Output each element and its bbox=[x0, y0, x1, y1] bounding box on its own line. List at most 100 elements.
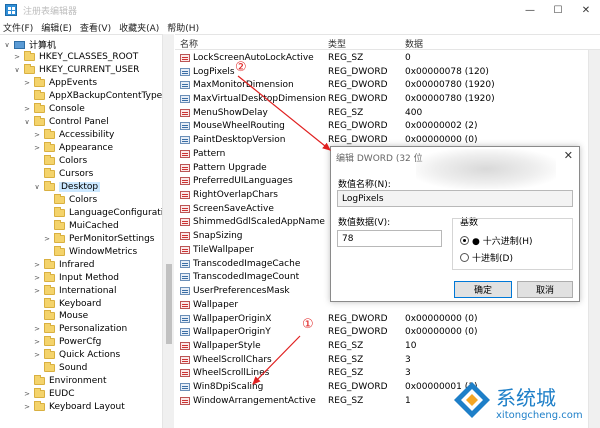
chevron-right-icon[interactable]: > bbox=[33, 338, 41, 346]
chevron-down-icon[interactable]: ∨ bbox=[23, 118, 31, 126]
tree-scrollbar-thumb[interactable] bbox=[166, 264, 172, 344]
registry-tree[interactable]: ∨ 计算机 > HKEY_CLASSES_ROOT ∨ HKEY_CURRENT_USER… bbox=[0, 34, 174, 428]
chevron-right-icon[interactable]: > bbox=[33, 287, 41, 295]
close-button[interactable]: ✕ bbox=[572, 0, 600, 20]
tree-item[interactable]: > Accessibility bbox=[33, 129, 114, 142]
value-data: 0x00000780 (1920) bbox=[405, 80, 495, 91]
folder-icon bbox=[44, 155, 55, 166]
tree-item[interactable]: Environment bbox=[23, 375, 106, 388]
tree-item[interactable]: Colors bbox=[43, 193, 97, 206]
value-data-field[interactable] bbox=[337, 230, 442, 247]
chevron-right-icon[interactable]: > bbox=[13, 53, 21, 61]
tree-item-label: Console bbox=[49, 104, 85, 115]
ok-button[interactable]: 确定 bbox=[454, 281, 512, 298]
value-row[interactable]: PaintDesktopVersion REG_DWORD 0x00000000 (… bbox=[175, 133, 600, 147]
column-data[interactable]: 数据 bbox=[405, 37, 423, 50]
tree-item[interactable]: > Infrared bbox=[33, 258, 95, 271]
tree-item[interactable]: Keyboard bbox=[33, 297, 101, 310]
value-row[interactable]: WallpaperOriginX REG_DWORD 0x00000000 (0) bbox=[175, 312, 600, 326]
tree-item[interactable]: > PowerCfg bbox=[33, 336, 101, 349]
chevron-right-icon[interactable]: > bbox=[33, 325, 41, 333]
chevron-right-icon[interactable]: > bbox=[33, 144, 41, 152]
value-name: Pattern bbox=[193, 148, 226, 159]
chevron-right-icon[interactable]: > bbox=[23, 390, 31, 398]
tree-item[interactable]: Mouse bbox=[33, 310, 88, 323]
tree-item[interactable]: > Input Method bbox=[33, 271, 119, 284]
folder-icon bbox=[44, 349, 55, 360]
hex-radio[interactable] bbox=[460, 236, 469, 245]
value-name-field[interactable] bbox=[337, 190, 573, 207]
folder-icon bbox=[44, 271, 55, 282]
chevron-down-icon[interactable]: ∨ bbox=[13, 66, 21, 74]
column-type[interactable]: 类型 bbox=[328, 37, 346, 50]
tree-item[interactable]: Colors bbox=[33, 155, 87, 168]
tree-item[interactable]: > Personalization bbox=[33, 323, 127, 336]
tree-item[interactable]: > AppEvents bbox=[23, 77, 97, 90]
tree-item[interactable]: ∨ Desktop bbox=[33, 180, 101, 193]
value-row[interactable]: MaxVirtualDesktopDimension REG_DWORD 0x000… bbox=[175, 92, 600, 106]
maximize-button[interactable]: ☐ bbox=[544, 0, 572, 20]
chevron-right-icon[interactable]: > bbox=[23, 403, 31, 411]
folder-icon bbox=[54, 232, 65, 243]
tree-item[interactable]: Sound bbox=[33, 362, 87, 375]
tree-item[interactable]: > EUDC bbox=[23, 388, 75, 401]
chevron-right-icon[interactable]: > bbox=[23, 79, 31, 87]
value-row[interactable]: MenuShowDelay REG_SZ 400 bbox=[175, 106, 600, 120]
chevron-right-icon[interactable]: > bbox=[23, 105, 31, 113]
tree-item[interactable]: > Quick Actions bbox=[33, 349, 120, 362]
value-type: REG_SZ bbox=[328, 340, 364, 351]
tree-item[interactable]: > Appearance bbox=[33, 142, 113, 155]
binary-value-icon bbox=[180, 136, 190, 145]
tree-item[interactable]: > International bbox=[33, 284, 116, 297]
annotation-one: ① bbox=[302, 317, 314, 332]
folder-icon bbox=[44, 362, 55, 373]
tree-item[interactable]: > HKEY_CLASSES_ROOT bbox=[13, 51, 138, 64]
chevron-right-icon[interactable]: > bbox=[33, 351, 41, 359]
cancel-button[interactable]: 取消 bbox=[517, 281, 573, 298]
minimize-button[interactable]: — bbox=[516, 0, 544, 20]
menu-favorites[interactable]: 收藏夹(A) bbox=[119, 21, 159, 34]
tree-item-label: Sound bbox=[59, 363, 88, 374]
chevron-down-icon[interactable]: ∨ bbox=[33, 183, 41, 191]
tree-item[interactable]: Cursors bbox=[33, 168, 93, 181]
chevron-right-icon[interactable]: > bbox=[43, 235, 51, 243]
chevron-right-icon[interactable]: > bbox=[33, 274, 41, 282]
value-row[interactable]: MaxMonitorDimension REG_DWORD 0x00000780 (… bbox=[175, 78, 600, 92]
tree-item[interactable]: > Console bbox=[23, 103, 85, 116]
value-row[interactable]: WheelScrollChars REG_SZ 3 bbox=[175, 353, 600, 367]
tree-item[interactable]: WindowMetrics bbox=[43, 245, 137, 258]
menu-view[interactable]: 查看(V) bbox=[80, 21, 111, 34]
menu-help[interactable]: 帮助(H) bbox=[167, 21, 199, 34]
dialog-close-icon[interactable]: ✕ bbox=[564, 149, 573, 162]
tree-item[interactable]: MuiCached bbox=[43, 219, 119, 232]
menu-edit[interactable]: 编辑(E) bbox=[41, 21, 72, 34]
value-name: MaxMonitorDimension bbox=[193, 80, 294, 91]
value-data: 0x00000000 (0) bbox=[405, 313, 478, 324]
value-name: ShimmedGdlScaledAppName bbox=[193, 217, 325, 228]
value-name: SnapSizing bbox=[193, 231, 243, 242]
tree-item[interactable]: > PerMonitorSettings bbox=[43, 232, 154, 245]
menu-file[interactable]: 文件(F) bbox=[3, 21, 33, 34]
tree-scrollbar[interactable] bbox=[162, 34, 174, 428]
hex-radio-row[interactable]: ● 十六进制(H) bbox=[460, 234, 533, 247]
chevron-right-icon[interactable]: > bbox=[33, 131, 41, 139]
tree-item[interactable]: LanguageConfiguratio bbox=[43, 206, 169, 219]
chevron-right-icon[interactable]: > bbox=[33, 261, 41, 269]
value-row[interactable]: MouseWheelRouting REG_DWORD 0x00000002 (2) bbox=[175, 120, 600, 134]
string-value-icon bbox=[180, 191, 190, 200]
tree-item[interactable]: ∨ 计算机 bbox=[3, 38, 56, 51]
value-name: WallpaperStyle bbox=[193, 340, 261, 351]
chevron-down-icon[interactable]: ∨ bbox=[3, 41, 11, 49]
value-row[interactable]: WallpaperOriginY REG_DWORD 0x00000000 (0) bbox=[175, 325, 600, 339]
value-name: Win8DpiScaling bbox=[193, 382, 264, 393]
value-type: REG_DWORD bbox=[328, 66, 388, 77]
dec-radio-row[interactable]: 十进制(D) bbox=[460, 251, 513, 264]
tree-item[interactable]: ∨ HKEY_CURRENT_USER bbox=[13, 64, 139, 77]
dec-radio[interactable] bbox=[460, 253, 469, 262]
column-name[interactable]: 名称 bbox=[180, 37, 198, 50]
tree-item[interactable]: ∨ Control Panel bbox=[23, 116, 109, 129]
tree-item[interactable]: AppXBackupContentType bbox=[23, 90, 162, 103]
value-row[interactable]: WallpaperStyle REG_SZ 10 bbox=[175, 339, 600, 353]
tree-item-label: AppEvents bbox=[49, 78, 98, 89]
tree-item[interactable]: > Keyboard Layout bbox=[23, 401, 125, 414]
